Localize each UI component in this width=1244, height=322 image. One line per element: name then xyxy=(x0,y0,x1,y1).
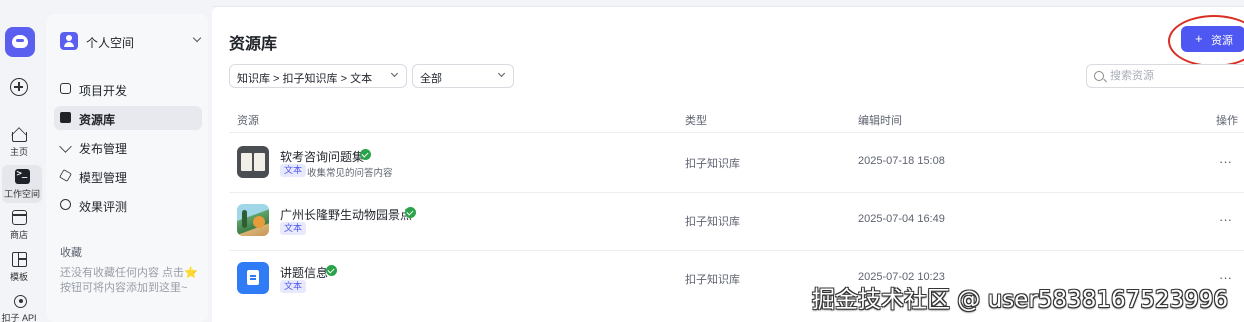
rail-item-label: 商店 xyxy=(9,230,28,240)
evaluate-icon xyxy=(60,199,71,210)
table-row[interactable]: 广州长隆野生动物园景点 文本 扣子知识库 2025-07-04 16:49 ··… xyxy=(229,192,1244,250)
more-actions-icon[interactable]: ··· xyxy=(1219,154,1232,169)
table-divider xyxy=(229,132,1244,133)
rail-item-template[interactable]: 模板 xyxy=(0,252,38,283)
chevron-down-icon xyxy=(192,33,202,43)
favorites-empty-text: 还没有收藏任何内容 点击⭐按钮可将内容添加到这里~ xyxy=(60,267,198,294)
resource-name[interactable]: 讲题信息 xyxy=(280,264,328,281)
resource-name[interactable]: 广州长隆野生动物园景点 xyxy=(280,206,412,223)
plus-icon: + xyxy=(1195,31,1203,46)
sidebar-item-label: 模型管理 xyxy=(79,171,128,185)
rail-item-label: 模板 xyxy=(9,272,28,282)
user-avatar-icon xyxy=(60,32,78,50)
resource-type: 扣子知识库 xyxy=(685,216,740,228)
sidebar-item-label: 项目开发 xyxy=(79,84,128,98)
resource-description: 收集常见的问答内容 xyxy=(307,168,393,179)
resource-tag: 文本 xyxy=(280,222,307,235)
template-icon xyxy=(11,252,27,267)
resource-type-filter[interactable]: 知识库 > 扣子知识库 > 文本 xyxy=(229,64,407,88)
sidebar-item-label: 发布管理 xyxy=(79,142,128,156)
project-icon xyxy=(60,83,71,94)
resource-edit-time: 2025-07-18 15:08 xyxy=(858,155,945,167)
app-logo-icon[interactable] xyxy=(5,27,35,57)
library-icon xyxy=(60,112,71,123)
create-plus-icon[interactable] xyxy=(10,78,28,96)
rail-item-api[interactable]: 扣子 API xyxy=(0,293,38,322)
column-header-resource: 资源 xyxy=(237,115,259,127)
scope-filter[interactable]: 全部 xyxy=(412,64,514,88)
more-actions-icon[interactable]: ··· xyxy=(1219,212,1232,227)
favorites-title: 收藏 xyxy=(60,247,82,259)
resource-edit-time: 2025-07-04 16:49 xyxy=(858,213,945,225)
document-thumbnail-icon xyxy=(237,262,269,294)
sidebar-item-publish[interactable]: 发布管理 xyxy=(54,135,202,159)
app-rail: 主页 工作空间 商店 模板 扣子 API xyxy=(0,0,42,322)
rail-item-label: 主页 xyxy=(9,147,28,157)
table-row[interactable]: 软考咨询问题集 文本 收集常见的问答内容 扣子知识库 2025-07-18 15… xyxy=(229,134,1244,192)
api-icon xyxy=(12,293,27,308)
add-resource-button[interactable]: + 资源 xyxy=(1181,26,1244,52)
verified-check-icon xyxy=(326,265,337,276)
sidebar-item-library[interactable]: 资源库 xyxy=(54,106,202,130)
column-header-actions: 操作 xyxy=(1216,115,1238,127)
resource-name[interactable]: 软考咨询问题集 xyxy=(280,148,364,165)
add-resource-label: 资源 xyxy=(1211,35,1233,47)
scope-filter-label: 全部 xyxy=(420,73,442,85)
book-thumbnail-icon xyxy=(237,146,269,178)
sidebar-item-label: 资源库 xyxy=(79,113,116,127)
divider xyxy=(212,6,1244,7)
rail-item-label: 工作空间 xyxy=(3,189,40,199)
home-icon xyxy=(11,132,27,142)
watermark-text: 掘金技术社区 @ user5838167523996 xyxy=(812,287,1229,313)
search-icon xyxy=(1094,71,1104,81)
sidebar-item-models[interactable]: 模型管理 xyxy=(54,164,202,188)
workspace-sidebar: 个人空间 项目开发 资源库 发布管理 模型管理 效果评测 收藏 还没有收藏任何内… xyxy=(46,14,208,322)
search-box[interactable] xyxy=(1086,64,1244,88)
sidebar-item-projects[interactable]: 项目开发 xyxy=(54,77,202,101)
terminal-icon xyxy=(14,169,30,184)
search-input[interactable] xyxy=(1110,68,1230,84)
rail-item-store[interactable]: 商店 xyxy=(0,210,38,241)
publish-icon xyxy=(59,140,72,153)
park-thumbnail-icon xyxy=(237,204,269,236)
page-title: 资源库 xyxy=(229,36,278,53)
resource-tag: 文本 xyxy=(280,164,307,177)
chevron-down-icon xyxy=(390,69,399,78)
verified-check-icon xyxy=(405,207,416,218)
sidebar-item-label: 效果评测 xyxy=(79,200,128,214)
resource-tag: 文本 xyxy=(280,280,307,293)
store-icon xyxy=(11,210,27,225)
space-selector[interactable]: 个人空间 xyxy=(58,32,202,52)
sidebar-item-evaluation[interactable]: 效果评测 xyxy=(54,193,202,217)
resource-type: 扣子知识库 xyxy=(685,274,740,286)
verified-check-icon xyxy=(360,149,371,160)
chevron-down-icon xyxy=(497,69,506,78)
rail-item-label: 扣子 API xyxy=(1,313,37,322)
filter-path-label: 知识库 > 扣子知识库 > 文本 xyxy=(237,73,373,85)
rail-item-home[interactable]: 主页 xyxy=(0,126,38,158)
column-header-edit-time: 编辑时间 xyxy=(858,115,902,127)
rail-item-workspace[interactable]: 工作空间 xyxy=(2,165,42,203)
resource-type: 扣子知识库 xyxy=(685,158,740,170)
main-panel: 资源库 + 资源 知识库 > 扣子知识库 > 文本 全部 资源 类型 编辑时间 … xyxy=(212,6,1244,322)
column-header-type: 类型 xyxy=(685,115,707,127)
space-label: 个人空间 xyxy=(86,36,135,50)
model-icon xyxy=(59,169,72,182)
